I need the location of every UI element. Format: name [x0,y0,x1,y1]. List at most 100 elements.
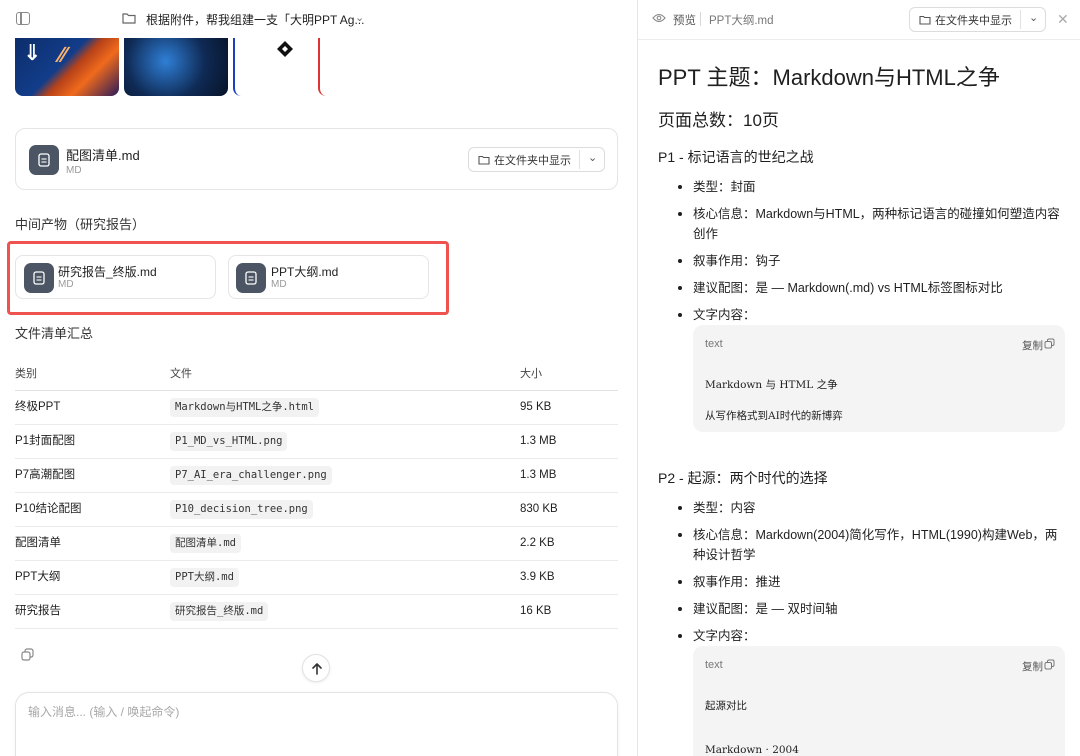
chevron-down-icon[interactable]: ⌄ [1029,11,1038,24]
cell-file: P7_AI_era_challenger.png [170,459,332,492]
folder-icon [478,155,490,165]
doc-heading-3: P2 - 起源：两个时代的选择 [658,470,828,486]
sidebar-toggle-icon[interactable] [16,12,30,25]
cell-category: P7高潮配图 [15,469,76,481]
cell-category: P10结论配图 [15,503,82,515]
doc-heading-1: PPT 主题：Markdown与HTML之争 [658,65,1000,90]
cell-size: 95 KB [520,401,552,413]
table-row: P10结论配图 P10_decision_tree.png 830 KB [15,493,618,527]
scroll-to-top-button[interactable] [302,654,330,682]
list-item: 类型：封面 [678,177,1068,197]
code-block: text 复制 起源对比 Markdown · 2004 [693,646,1065,756]
column-header: 大小 [520,368,542,380]
show-in-folder-button[interactable]: 在文件夹中显示 ⌄ [909,7,1046,32]
copy-icon[interactable] [21,648,34,661]
preview-pane: 预览 PPT大纲.md 在文件夹中显示 ⌄ ✕ PPT 主题：Markdown与… [637,0,1080,756]
file-code: 研究报告_终版.md [170,602,269,621]
cell-category: P1封面配图 [15,435,76,447]
list-item: 类型：内容 [678,498,1068,518]
image-thumbnail[interactable] [318,38,338,96]
cell-category: PPT大纲 [15,571,61,583]
list-item: 核心信息：Markdown(2004)简化写作，HTML(1990)构建Web，… [678,525,1068,565]
copy-icon[interactable] [1044,338,1055,349]
conversation-title[interactable]: 根据附件，帮我组建一支「大明PPT Ag... [146,11,364,28]
column-header: 类别 [15,368,37,380]
code-language: text [705,338,723,350]
column-header: 文件 [170,368,192,380]
code-line: 从写作格式到AI时代的新博弈 [705,410,843,422]
show-in-folder-button[interactable]: 在文件夹中显示 ⌄ [468,147,605,172]
chat-topbar: 根据附件，帮我组建一支「大明PPT Ag... ⌄ [0,0,637,38]
section-heading: 文件清单汇总 [15,326,94,341]
cell-category: 配图清单 [15,537,61,549]
copy-button[interactable]: 复制 [1022,659,1043,674]
copy-icon[interactable] [1044,659,1055,670]
image-thumbnail[interactable] [124,38,228,96]
section-heading: 中间产物（研究报告） [15,217,146,232]
preview-file-name: PPT大纲.md [709,15,774,27]
file-ext: MD [66,165,82,176]
file-code: Markdown与HTML之争.html [170,398,319,417]
show-in-folder-label: 在文件夹中显示 [494,154,571,167]
cell-size: 2.2 KB [520,537,555,549]
table-row: 终极PPT Markdown与HTML之争.html 95 KB [15,391,618,425]
cell-category: 研究报告 [15,605,61,617]
cell-category: 终极PPT [15,401,61,413]
cell-size: 1.3 MB [520,469,557,481]
doc-heading-2: 页面总数：10页 [658,111,779,130]
cell-size: 830 KB [520,503,558,515]
table-row: P1封面配图 P1_MD_vs_HTML.png 1.3 MB [15,425,618,459]
file-code: P10_decision_tree.png [170,500,313,519]
file-code: PPT大纲.md [170,568,239,587]
cell-size: 1.3 MB [520,435,557,447]
file-code: P1_MD_vs_HTML.png [170,432,288,451]
cell-file: P1_MD_vs_HTML.png [170,425,288,458]
highlight-annotation [7,241,449,315]
folder-icon [122,13,136,24]
chat-pane: 根据附件，帮我组建一支「大明PPT Ag... ⌄ ⇓ ∕∕ 配图清单.md M… [0,0,637,756]
list-item: 文字内容： [678,305,1068,325]
file-code: P7_AI_era_challenger.png [170,466,332,485]
list-item: 核心信息：Markdown与HTML，两种标记语言的碰撞如何塑造内容创作 [678,204,1068,244]
chevron-down-icon[interactable]: ⌄ [588,151,597,164]
chevron-down-icon[interactable]: ⌄ [355,11,364,24]
preview-label: 预览 [673,15,696,27]
message-composer[interactable] [15,692,618,756]
file-summary-table: 类别 文件 大小 终极PPT Markdown与HTML之争.html 95 K… [15,358,618,629]
table-row: 配图清单 配图清单.md 2.2 KB [15,527,618,561]
file-name: 配图清单.md [66,148,140,163]
file-card-config-list[interactable]: 配图清单.md MD 在文件夹中显示 ⌄ [15,128,618,190]
table-header-row: 类别 文件 大小 [15,358,618,391]
close-icon[interactable]: ✕ [1057,11,1069,28]
cell-file: Markdown与HTML之争.html [170,391,319,424]
arrow-up-icon [312,663,322,675]
code-language: text [705,659,723,671]
code-line: 起源对比 [705,700,747,712]
document-icon [29,145,59,175]
list-item: 建议配图：是 — 双时间轴 [678,599,1068,619]
table-row: 研究报告 研究报告_终版.md 16 KB [15,595,618,629]
show-in-folder-label: 在文件夹中显示 [935,14,1012,27]
doc-heading-3: P1 - 标记语言的世纪之战 [658,149,814,165]
image-thumbnail[interactable] [257,38,313,96]
table-row: P7高潮配图 P7_AI_era_challenger.png 1.3 MB [15,459,618,493]
image-thumbnail[interactable] [233,38,253,96]
list-item: 文字内容： [678,626,1068,646]
list-item: 叙事作用：推进 [678,572,1068,592]
image-thumbnail[interactable]: ⇓ ∕∕ [15,38,119,96]
code-line: Markdown · 2004 [705,744,799,756]
eye-icon [652,13,666,23]
preview-header: 预览 PPT大纲.md 在文件夹中显示 ⌄ ✕ [638,0,1080,40]
copy-button[interactable]: 复制 [1022,338,1043,353]
cell-file: P10_decision_tree.png [170,493,313,526]
cell-file: 配图清单.md [170,527,241,560]
cell-file: PPT大纲.md [170,561,239,594]
message-input[interactable] [28,705,588,719]
decision-tree-icon [277,41,293,57]
folder-icon [919,15,931,25]
list-item: 叙事作用：钩子 [678,251,1068,271]
table-row: PPT大纲 PPT大纲.md 3.9 KB [15,561,618,595]
list-item: 建议配图：是 — Markdown(.md) vs HTML标签图标对比 [678,278,1068,298]
cell-size: 3.9 KB [520,571,555,583]
cell-file: 研究报告_终版.md [170,595,269,628]
